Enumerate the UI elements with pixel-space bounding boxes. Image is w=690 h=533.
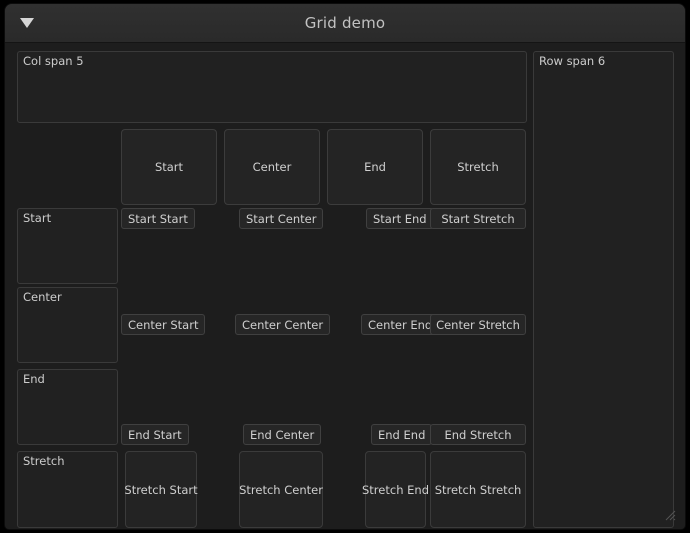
window-title: Grid demo <box>304 14 386 32</box>
cell-end-end[interactable]: End End <box>371 424 433 445</box>
window-resize-grip[interactable] <box>663 506 676 521</box>
cell-center-start[interactable]: Center Start <box>121 314 206 335</box>
window-content: Col span 5 Row span 6 Start Center End S… <box>5 43 685 529</box>
cell-stretch-center[interactable]: Stretch Center <box>239 451 323 528</box>
cell-label: Stretch Stretch <box>434 482 522 497</box>
row-header-label: End <box>23 372 45 386</box>
row-header-label: Start <box>23 211 52 225</box>
column-header-center[interactable]: Center <box>224 129 320 205</box>
cell-label: Center Start <box>128 317 199 332</box>
cell-label: End Center <box>250 427 315 442</box>
cell-start-center[interactable]: Start Center <box>239 208 324 229</box>
column-header-label: Center <box>252 160 292 174</box>
cell-label: Start Center <box>246 211 317 226</box>
cell-stretch-stretch[interactable]: Stretch Stretch <box>430 451 526 528</box>
row-span-box-label: Row span 6 <box>539 54 606 68</box>
row-header-label: Stretch <box>23 454 65 468</box>
cell-center-end[interactable]: Center End <box>361 314 440 335</box>
cell-label: Stretch Start <box>124 482 198 497</box>
row-header-end: End <box>17 369 118 445</box>
cell-end-stretch[interactable]: End Stretch <box>430 424 526 445</box>
grid-demo-window: Grid demo Col span 5 Row span 6 Start Ce… <box>5 4 685 529</box>
cell-label: End End <box>378 427 426 442</box>
column-header-end[interactable]: End <box>327 129 423 205</box>
cell-stretch-end[interactable]: Stretch End <box>362 451 429 528</box>
column-header-stretch[interactable]: Stretch <box>430 129 526 205</box>
cell-label: Center Center <box>242 317 324 332</box>
col-span-box: Col span 5 <box>17 51 527 123</box>
row-header-center: Center <box>17 287 118 363</box>
demo-grid: Col span 5 Row span 6 Start Center End S… <box>11 47 679 528</box>
cell-center-stretch[interactable]: Center Stretch <box>430 314 526 335</box>
row-header-start: Start <box>17 208 118 284</box>
window-titlebar[interactable]: Grid demo <box>5 4 685 43</box>
cell-label: End Stretch <box>444 427 512 442</box>
cell-stretch-start[interactable]: Stretch Start <box>124 451 198 528</box>
cell-center-center[interactable]: Center Center <box>235 314 331 335</box>
cell-label: Stretch Center <box>239 482 323 497</box>
cell-label: Start Start <box>128 211 188 226</box>
triangle-down-icon[interactable] <box>19 15 35 31</box>
cell-start-stretch[interactable]: Start Stretch <box>430 208 526 229</box>
cell-label: Stretch End <box>362 482 429 497</box>
cell-end-center[interactable]: End Center <box>243 424 322 445</box>
cell-label: Center End <box>368 317 433 332</box>
row-header-label: Center <box>23 290 62 304</box>
row-header-stretch: Stretch <box>17 451 118 528</box>
row-span-box: Row span 6 <box>533 51 674 528</box>
column-header-label: Start <box>154 160 184 174</box>
cell-label: Center Stretch <box>436 317 520 332</box>
col-span-box-label: Col span 5 <box>23 54 84 68</box>
cell-end-start[interactable]: End Start <box>121 424 189 445</box>
cell-start-end[interactable]: Start End <box>366 208 434 229</box>
column-header-start[interactable]: Start <box>121 129 217 205</box>
column-header-label: Stretch <box>457 160 499 174</box>
column-header-label: End <box>364 160 386 174</box>
cell-label: Start End <box>373 211 427 226</box>
cell-label: Start Stretch <box>441 211 515 226</box>
cell-label: End Start <box>128 427 182 442</box>
cell-start-start[interactable]: Start Start <box>121 208 195 229</box>
